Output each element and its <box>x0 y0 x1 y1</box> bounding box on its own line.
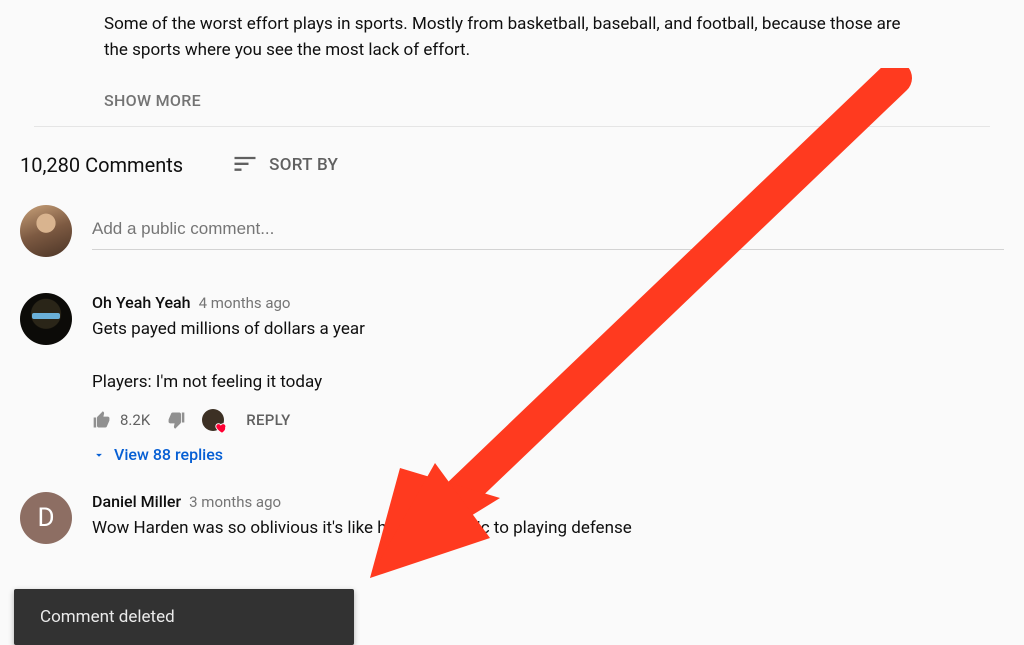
comments-header: 10,280 Comments SORT BY <box>20 127 1004 205</box>
comments-count: 10,280 Comments <box>20 153 183 177</box>
commenter-avatar[interactable] <box>20 293 72 345</box>
view-replies-button[interactable]: View 88 replies <box>92 445 1004 464</box>
comment-text: Gets payed millions of dollars a year Pl… <box>92 312 1004 395</box>
show-more-button[interactable]: SHOW MORE <box>104 91 201 110</box>
comment-author[interactable]: Oh Yeah Yeah <box>92 293 191 312</box>
comment-actions: 8.2K REPLY <box>92 409 1004 431</box>
commenter-avatar[interactable]: D <box>20 492 72 544</box>
user-avatar[interactable] <box>20 205 72 257</box>
add-comment-row <box>20 205 1004 265</box>
reply-button[interactable]: REPLY <box>246 411 290 429</box>
comment-item: Oh Yeah Yeah 4 months ago Gets payed mil… <box>20 265 1004 464</box>
comment-timestamp[interactable]: 3 months ago <box>189 493 281 511</box>
sort-icon <box>231 151 259 179</box>
sort-label: SORT BY <box>269 155 338 175</box>
video-description: Some of the worst effort plays in sports… <box>20 0 920 63</box>
comment-item: D Daniel Miller 3 months ago Wow Harden … <box>20 464 1004 544</box>
view-replies-label: View 88 replies <box>114 445 223 464</box>
thumbs-up-icon[interactable] <box>92 410 112 430</box>
chevron-down-icon <box>92 448 106 462</box>
creator-heart-icon <box>202 409 224 431</box>
comment-input[interactable] <box>92 213 1004 250</box>
comment-timestamp[interactable]: 4 months ago <box>199 294 291 312</box>
comment-author[interactable]: Daniel Miller <box>92 492 181 511</box>
thumbs-down-icon[interactable] <box>166 410 186 430</box>
comment-text: Wow Harden was so oblivious it's like he… <box>92 511 1004 541</box>
toast-comment-deleted: Comment deleted <box>14 589 354 645</box>
like-count: 8.2K <box>120 411 150 429</box>
sort-button[interactable]: SORT BY <box>231 151 338 179</box>
